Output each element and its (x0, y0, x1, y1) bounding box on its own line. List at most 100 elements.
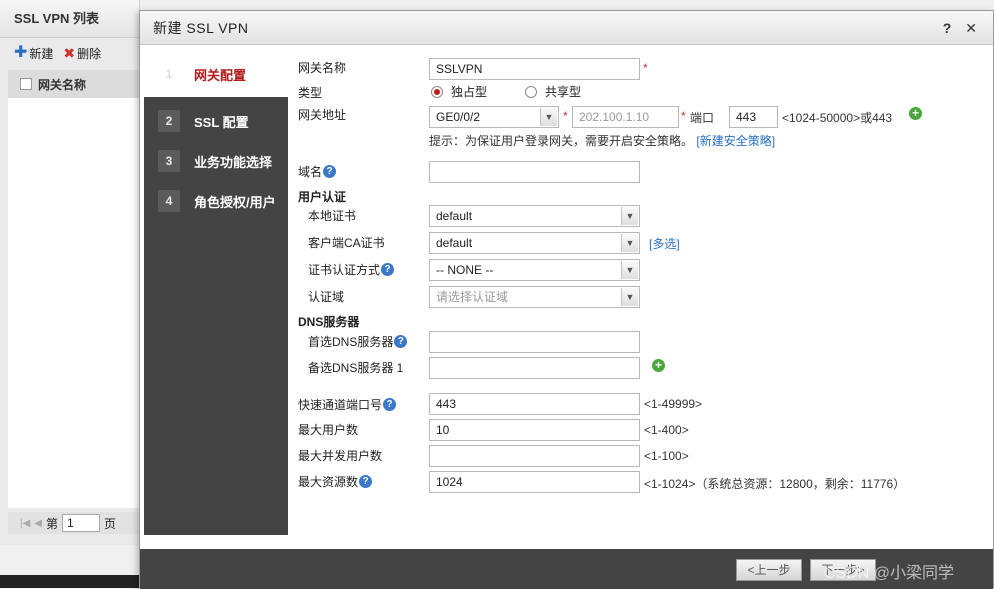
pref-dns-label: 首选DNS服务器 (308, 335, 394, 349)
gateway-name-label: 网关名称 (298, 61, 347, 75)
user-auth-section: 用户认证 (298, 190, 347, 204)
bottom-strip (0, 545, 140, 588)
chevron-down-icon[interactable]: ▼ (621, 207, 638, 225)
new-security-policy-link[interactable]: [新建安全策略] (696, 134, 775, 148)
add-dns-icon[interactable]: + (652, 359, 665, 372)
prev-step-button[interactable]: <上一步 (736, 559, 802, 581)
max-resources-label: 最大资源数 (298, 475, 359, 489)
pager-suffix: 页 (104, 516, 117, 531)
dialog-footer: <上一步 下一步> CSDN @小梁同学 (140, 549, 993, 589)
local-cert-label: 本地证书 (308, 209, 357, 223)
delete-button-label: 删除 (77, 46, 102, 61)
gateway-address-label: 网关地址 (298, 108, 347, 122)
dialog-title: 新建 SSL VPN (153, 19, 249, 36)
delete-icon: ✖ (63, 45, 76, 61)
max-users-label: 最大用户数 (298, 423, 359, 437)
wizard-step-role-auth[interactable]: 4 角色授权/用户 (144, 181, 288, 221)
chevron-down-icon[interactable]: ▼ (540, 108, 557, 126)
step-number: 3 (158, 150, 180, 172)
pager-label: 第 (46, 516, 59, 531)
help-icon[interactable]: ? (383, 398, 397, 411)
alt-dns-input[interactable] (429, 357, 640, 379)
first-page-icon[interactable]: |◀ (20, 518, 30, 529)
list-toolbar: ✚ 新建 ✖ 删除 (0, 38, 139, 68)
close-button[interactable]: ✕ (965, 20, 977, 37)
help-button[interactable]: ? (943, 20, 952, 37)
type-shared-option[interactable]: 共享型 (525, 83, 581, 100)
fast-port-range: <1-49999> (644, 397, 703, 411)
wizard-nav: 1 网关配置 2 SSL 配置 3 业务功能选择 4 角色授权/用户 (144, 51, 288, 535)
chevron-down-icon[interactable]: ▼ (621, 261, 638, 279)
page-number-input[interactable]: 1 (62, 514, 101, 532)
required-mark: * (563, 109, 568, 123)
fast-port-input[interactable]: 443 (429, 393, 640, 415)
fast-port-label: 快速通道端口号 (298, 398, 383, 412)
bottom-dark-bar (0, 575, 140, 588)
chevron-down-icon[interactable]: ▼ (621, 234, 638, 252)
pager: |◀ ◀ 第 1 页 (8, 512, 140, 534)
max-concurrent-label: 最大并发用户数 (298, 449, 383, 463)
required-mark: * (643, 61, 648, 75)
port-label: 端口 (690, 111, 715, 125)
dialog-titlebar: 新建 SSL VPN ? ✕ (140, 11, 993, 45)
help-icon[interactable]: ? (394, 335, 408, 348)
wizard-step-ssl-config[interactable]: 2 SSL 配置 (144, 101, 288, 141)
step-label: 网关配置 (194, 67, 247, 83)
help-icon[interactable]: ? (359, 475, 373, 488)
type-label: 类型 (298, 86, 323, 100)
help-icon[interactable]: ? (381, 263, 395, 276)
select-all-checkbox[interactable] (20, 78, 32, 90)
pref-dns-label-row: 首选DNS服务器 ? (298, 333, 408, 350)
client-ca-label: 客户端CA证书 (308, 236, 385, 250)
max-concurrent-range: <1-100> (644, 449, 689, 463)
auth-domain-placeholder: 请选择认证域 (436, 290, 509, 304)
client-ca-value: default (436, 236, 473, 250)
max-resources-input[interactable]: 1024 (429, 471, 640, 493)
interface-select[interactable]: GE0/0/2 ▼ (429, 106, 559, 128)
ssl-vpn-list-panel: SSL VPN 列表 ✚ 新建 ✖ 删除 网关名称 (0, 0, 140, 545)
multi-select-link[interactable]: [多选] (649, 235, 680, 252)
tip-text: 提示：为保证用户登录网关，需要开启安全策略。 (429, 134, 694, 148)
radio-exclusive[interactable] (431, 85, 443, 98)
max-resources-range: <1-1024>（系统总资源：12800，剩余：11776） (644, 477, 906, 491)
local-cert-select[interactable]: default ▼ (429, 205, 640, 227)
pref-dns-input[interactable] (429, 331, 640, 353)
step-label: 业务功能选择 (194, 154, 273, 170)
delete-button[interactable]: ✖ 删除 (63, 45, 101, 62)
chevron-down-icon[interactable]: ▼ (621, 288, 638, 306)
new-button-label: 新建 (29, 46, 54, 61)
fast-port-label-row: 快速通道端口号 ? (298, 396, 397, 413)
cert-auth-label: 证书认证方式 (308, 263, 381, 277)
max-users-range: <1-400> (644, 423, 689, 437)
port-range-hint: <1024-50000>或443 (782, 111, 893, 125)
type-exclusive-option[interactable]: 独占型 (431, 83, 487, 100)
new-ssl-vpn-dialog: 新建 SSL VPN ? ✕ 1 网关配置 2 SSL 配置 3 业务功能选择 … (139, 10, 994, 589)
step-number: 2 (158, 110, 180, 132)
wizard-step-business-function[interactable]: 3 业务功能选择 (144, 141, 288, 181)
auth-domain-select[interactable]: 请选择认证域 ▼ (429, 286, 640, 308)
help-icon[interactable]: ? (323, 165, 337, 178)
next-step-button[interactable]: 下一步> (810, 559, 876, 581)
add-address-icon[interactable]: + (909, 107, 922, 120)
gateway-name-input[interactable]: SSLVPN (429, 58, 640, 80)
max-concurrent-input[interactable] (429, 445, 640, 467)
type-exclusive-label: 独占型 (451, 85, 488, 99)
cert-auth-select[interactable]: -- NONE -- ▼ (429, 259, 640, 281)
type-shared-label: 共享型 (545, 85, 582, 99)
step-number: 4 (158, 190, 180, 212)
prev-page-icon[interactable]: ◀ (34, 518, 42, 529)
radio-shared[interactable] (525, 85, 537, 98)
domain-input[interactable] (429, 161, 640, 183)
client-ca-select[interactable]: default ▼ (429, 232, 640, 254)
max-users-input[interactable]: 10 (429, 419, 640, 441)
step-label: SSL 配置 (194, 114, 249, 130)
list-body (8, 98, 140, 508)
new-button[interactable]: ✚ 新建 (14, 45, 53, 62)
wizard-step-gateway-config[interactable]: 1 网关配置 (144, 51, 288, 97)
domain-label: 域名 (298, 165, 323, 179)
ip-address-input[interactable]: 202.100.1.10 (572, 106, 679, 128)
security-policy-tip: 提示：为保证用户登录网关，需要开启安全策略。 [新建安全策略] (429, 132, 775, 149)
alt-dns-label: 备选DNS服务器 1 (308, 361, 404, 375)
port-input[interactable]: 443 (729, 106, 778, 128)
domain-label-row: 域名 ? (298, 163, 337, 180)
